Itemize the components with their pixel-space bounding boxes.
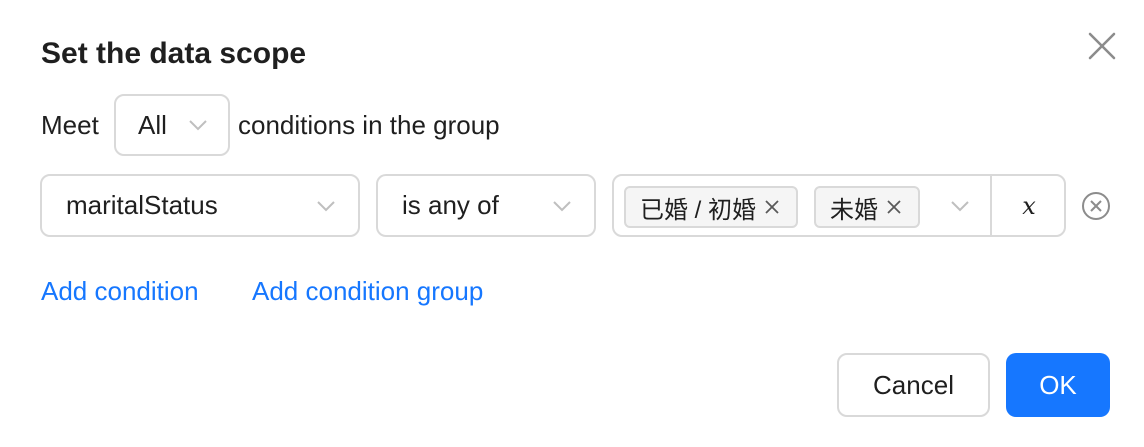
group-logic-row: Meet	[41, 94, 99, 156]
cancel-button[interactable]: Cancel	[837, 353, 990, 417]
chevron-down-icon	[317, 200, 335, 211]
variable-toggle-button[interactable]: x	[990, 174, 1066, 237]
meet-label: Meet	[41, 109, 99, 140]
chevron-down-icon	[189, 120, 207, 131]
circle-close-icon	[1082, 192, 1110, 220]
operator-select-value: is any of	[402, 190, 499, 220]
group-logic-suffix: conditions in the group	[238, 94, 500, 156]
variable-icon: x	[1022, 191, 1036, 220]
field-select-value: maritalStatus	[66, 190, 218, 220]
tag-label: 已婚 / 初婚	[640, 196, 757, 224]
add-condition-group-link[interactable]: Add condition group	[252, 274, 483, 308]
tag-label: 未婚	[830, 196, 878, 224]
operator-select[interactable]: is any of	[376, 174, 596, 237]
dialog-title: Set the data scope	[41, 37, 307, 70]
add-condition-link[interactable]: Add condition	[41, 274, 199, 308]
value-multiselect[interactable]: 已婚 / 初婚 未婚 x	[612, 174, 1066, 237]
selected-tag: 未婚	[814, 186, 920, 228]
selected-tag: 已婚 / 初婚	[624, 186, 798, 228]
conditions-in-group-label: conditions in the group	[238, 109, 500, 140]
group-match-value: All	[138, 109, 167, 140]
close-icon	[1088, 32, 1116, 60]
data-scope-dialog: Set the data scope Meet All conditions i…	[0, 0, 1144, 447]
close-button[interactable]	[1084, 28, 1120, 64]
ok-button[interactable]: OK	[1006, 353, 1110, 417]
chevron-down-icon	[951, 200, 969, 211]
tag-close-icon[interactable]	[764, 199, 780, 215]
chevron-down-icon	[553, 200, 571, 211]
field-select[interactable]: maritalStatus	[40, 174, 360, 237]
tag-close-icon[interactable]	[886, 199, 902, 215]
remove-condition-button[interactable]	[1080, 190, 1112, 222]
group-match-select[interactable]: All	[114, 94, 230, 156]
